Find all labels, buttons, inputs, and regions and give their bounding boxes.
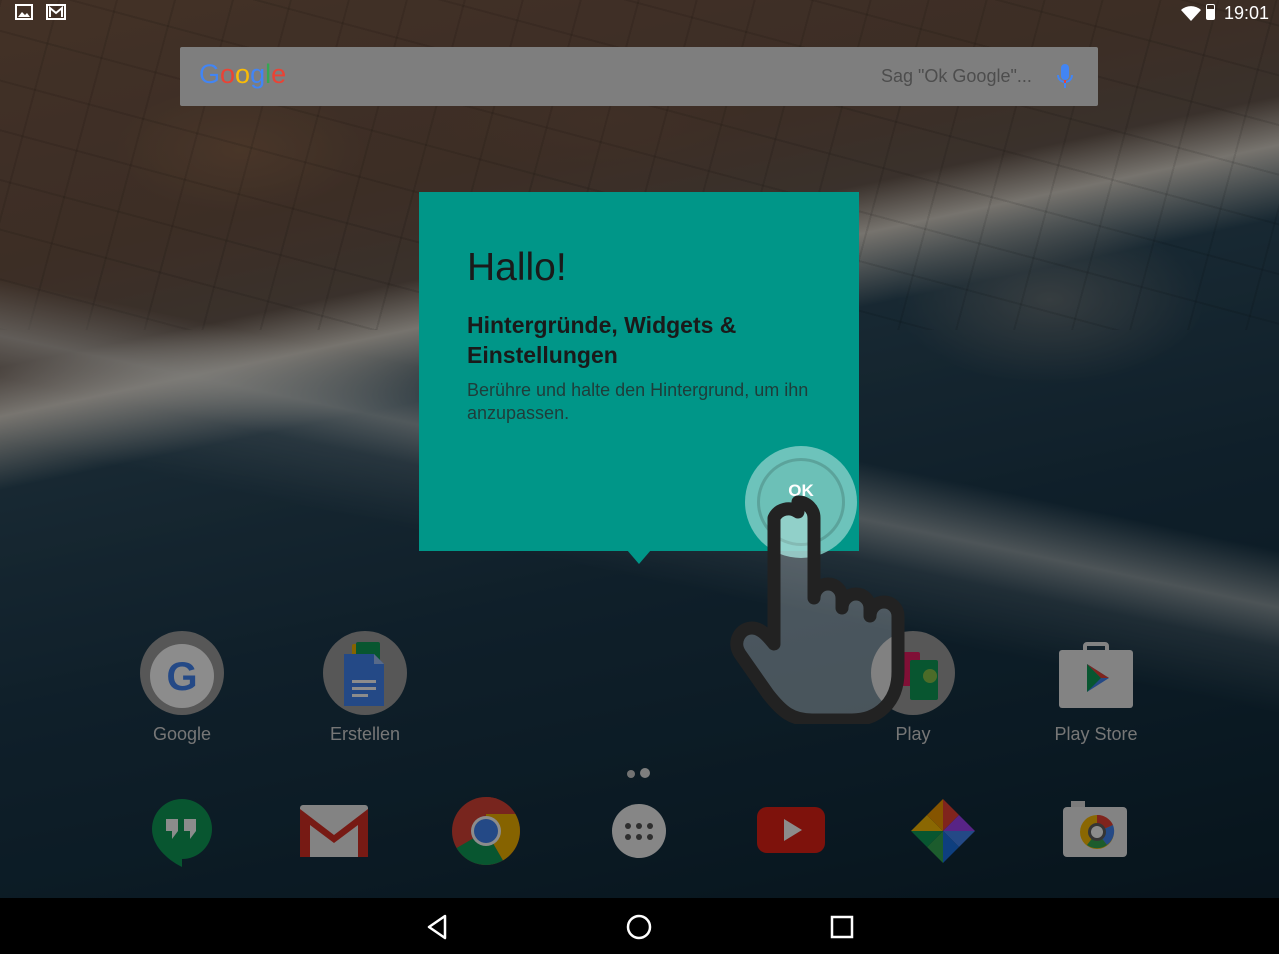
logo-letter: o xyxy=(220,59,236,89)
navigation-bar xyxy=(0,898,1279,954)
logo-letter: g xyxy=(250,59,266,89)
gmail-notification-icon xyxy=(46,4,66,20)
battery-icon xyxy=(1206,4,1215,20)
mic-icon[interactable] xyxy=(1056,63,1074,91)
cling-body: Berühre und halte den Hintergrund, um ih… xyxy=(467,380,809,423)
wifi-icon xyxy=(1181,6,1201,21)
status-time: 19:01 xyxy=(1223,3,1269,23)
cling-title: Hallo! xyxy=(467,246,567,289)
back-icon[interactable] xyxy=(423,912,453,942)
home-screen[interactable]: G Google Erstellen Play Play Store 19:01… xyxy=(0,0,1279,954)
cling-pointer xyxy=(627,550,651,564)
image-icon xyxy=(15,4,33,20)
home-icon[interactable] xyxy=(624,912,654,942)
recents-icon[interactable] xyxy=(827,912,857,942)
google-logo: Google xyxy=(199,59,286,90)
hand-pointer-icon xyxy=(730,495,905,724)
logo-letter: G xyxy=(199,59,221,89)
status-bar: 19:01 xyxy=(0,0,1279,26)
logo-letter: o xyxy=(235,59,251,89)
search-bar[interactable]: Google Sag "Ok Google"... xyxy=(180,47,1098,106)
logo-letter: e xyxy=(271,59,287,89)
search-hint: Sag "Ok Google"... xyxy=(881,66,1032,86)
cling-heading: Hintergründe, Widgets & Einstellungen xyxy=(467,312,737,368)
